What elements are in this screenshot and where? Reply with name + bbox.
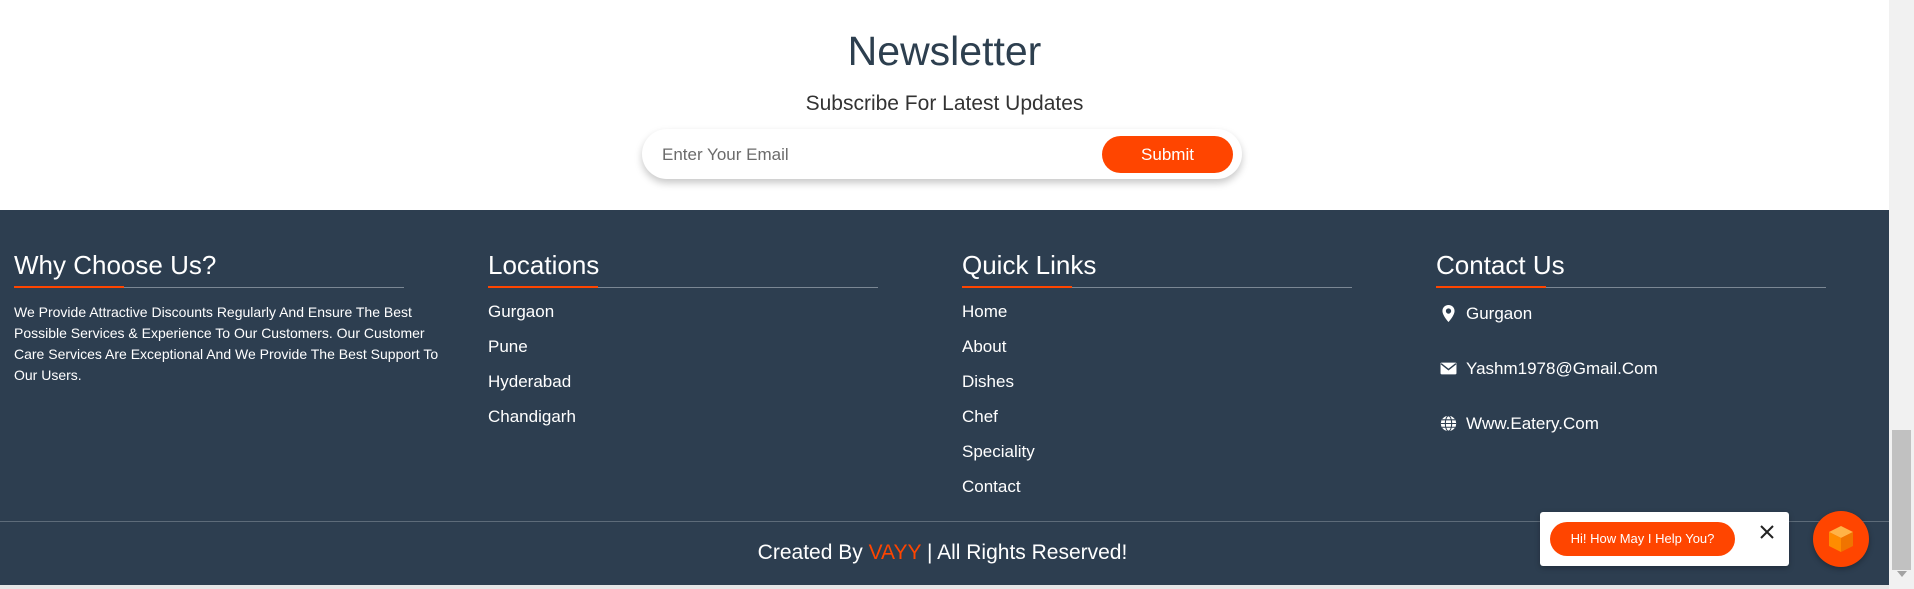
newsletter-section: Newsletter Subscribe For Latest Updates … <box>0 0 1889 210</box>
contact-website-text: Www.Eatery.Com <box>1466 414 1599 433</box>
why-choose-us-column: Why Choose Us? We Provide Attractive Dis… <box>14 250 438 386</box>
email-input[interactable] <box>660 129 1124 181</box>
newsletter-title: Newsletter <box>847 28 1042 74</box>
location-item[interactable]: Pune <box>488 335 878 370</box>
envelope-icon <box>1440 362 1457 375</box>
globe-icon <box>1440 415 1457 432</box>
quick-link-about[interactable]: About <box>962 335 1352 370</box>
why-choose-us-text: We Provide Attractive Discounts Regularl… <box>14 304 439 383</box>
credit-suffix: | All Rights Reserved! <box>926 541 1128 564</box>
close-icon[interactable] <box>1757 522 1777 542</box>
contact-list: Gurgaon Yashm1978@Gmail.Com Www.Eatery.C… <box>1436 302 1826 467</box>
chat-launcher-button[interactable] <box>1813 511 1869 567</box>
credit-prefix: Created By <box>757 541 863 564</box>
scrollbar-thumb[interactable] <box>1892 430 1911 570</box>
location-item[interactable]: Chandigarh <box>488 405 878 440</box>
contact-us-heading: Contact Us <box>1436 250 1826 288</box>
vertical-scrollbar[interactable] <box>1889 0 1914 589</box>
map-pin-icon <box>1442 305 1455 322</box>
why-choose-us-heading: Why Choose Us? <box>14 250 404 288</box>
quick-link-speciality[interactable]: Speciality <box>962 440 1352 475</box>
chat-prompt-button[interactable]: Hi! How May I Help You? <box>1550 522 1735 556</box>
contact-location[interactable]: Gurgaon <box>1436 302 1826 357</box>
contact-website[interactable]: Www.Eatery.Com <box>1436 412 1826 467</box>
locations-list: Gurgaon Pune Hyderabad Chandigarh <box>488 300 878 440</box>
submit-button[interactable]: Submit <box>1102 136 1233 173</box>
locations-column: Locations Gurgaon Pune Hyderabad Chandig… <box>488 250 878 440</box>
quick-links-list: Home About Dishes Chef Speciality Contac… <box>962 300 1352 510</box>
quick-link-dishes[interactable]: Dishes <box>962 370 1352 405</box>
newsletter-form: Submit <box>642 129 1242 181</box>
horizontal-scrollbar[interactable] <box>0 585 1889 589</box>
quick-link-home[interactable]: Home <box>962 300 1352 335</box>
contact-email[interactable]: Yashm1978@Gmail.Com <box>1436 357 1826 412</box>
scroll-down-arrow-icon[interactable] <box>1897 571 1907 577</box>
contact-us-column: Contact Us Gurgaon Yashm1978@Gmail.Com W… <box>1436 250 1826 467</box>
contact-location-text: Gurgaon <box>1466 304 1533 323</box>
locations-heading: Locations <box>488 250 878 288</box>
quick-links-heading: Quick Links <box>962 250 1352 288</box>
quick-link-chef[interactable]: Chef <box>962 405 1352 440</box>
quick-link-contact[interactable]: Contact <box>962 475 1352 510</box>
quick-links-column: Quick Links Home About Dishes Chef Speci… <box>962 250 1352 510</box>
newsletter-subtitle: Subscribe For Latest Updates <box>805 92 1084 115</box>
location-item[interactable]: Gurgaon <box>488 300 878 335</box>
contact-email-text: Yashm1978@Gmail.Com <box>1466 359 1658 378</box>
chat-popup: Hi! How May I Help You? <box>1540 512 1789 566</box>
cube-icon <box>1829 526 1853 552</box>
location-item[interactable]: Hyderabad <box>488 370 878 405</box>
credit-brand: VAYY <box>868 541 922 564</box>
